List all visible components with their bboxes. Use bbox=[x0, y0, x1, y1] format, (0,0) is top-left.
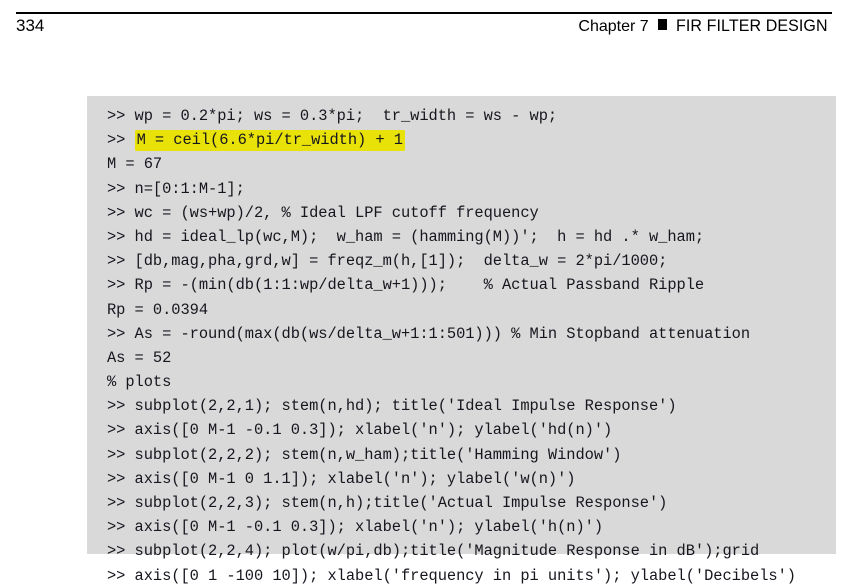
header-row: 334 Chapter 7 FIR FILTER DESIGN bbox=[16, 15, 832, 38]
code-highlight: M = ceil(6.6*pi/tr_width) + 1 bbox=[134, 130, 405, 152]
code-line: >> n=[0:1:M-1]; bbox=[107, 179, 245, 198]
code-line: >> axis([0 1 -100 10]); xlabel('frequenc… bbox=[107, 566, 796, 585]
code-line: Rp = 0.0394 bbox=[107, 300, 209, 319]
matlab-code-block: >> wp = 0.2*pi; ws = 0.3*pi; tr_width = … bbox=[87, 96, 836, 585]
code-line: As = 52 bbox=[107, 348, 172, 367]
page-number: 334 bbox=[16, 16, 45, 35]
header-chapter-info: Chapter 7 FIR FILTER DESIGN bbox=[578, 15, 832, 38]
code-line: >> subplot(2,2,2); stem(n,w_ham);title('… bbox=[107, 445, 622, 464]
code-line: >> subplot(2,2,4); plot(w/pi,db);title('… bbox=[107, 542, 760, 561]
code-line: >> axis([0 M-1 -0.1 0.3]); xlabel('n'); … bbox=[107, 421, 613, 440]
code-line: >> M = ceil(6.6*pi/tr_width) + 1 bbox=[107, 130, 405, 152]
code-line: % plots bbox=[107, 373, 172, 392]
code-line: >> hd = ideal_lp(wc,M); w_ham = (hamming… bbox=[107, 227, 705, 246]
code-line: >> axis([0 M-1 0 1.1]); xlabel('n'); yla… bbox=[107, 469, 576, 488]
code-line: >> [db,mag,pha,grd,w] = freqz_m(h,[1]); … bbox=[107, 252, 668, 271]
chapter-title: FIR FILTER DESIGN bbox=[675, 17, 828, 35]
code-line: >> axis([0 M-1 -0.1 0.3]); xlabel('n'); … bbox=[107, 518, 604, 537]
code-line: >> wc = (ws+wp)/2, % Ideal LPF cutoff fr… bbox=[107, 203, 539, 222]
chapter-label: Chapter 7 bbox=[578, 18, 649, 35]
code-line: >> subplot(2,2,3); stem(n,h);title('Actu… bbox=[107, 494, 668, 512]
code-line: M = 67 bbox=[107, 155, 163, 174]
code-line: >> wp = 0.2*pi; ws = 0.3*pi; tr_width = … bbox=[107, 107, 558, 125]
page-header: 334 Chapter 7 FIR FILTER DESIGN bbox=[16, 12, 832, 46]
header-rule bbox=[16, 12, 832, 14]
code-line: >> Rp = -(min(db(1:1:wp/delta_w+1))); % … bbox=[107, 276, 705, 295]
code-line: >> As = -round(max(db(ws/delta_w+1:1:501… bbox=[107, 324, 751, 343]
square-bullet-icon bbox=[657, 19, 667, 30]
code-line: >> subplot(2,2,1); stem(n,hd); title('Id… bbox=[107, 397, 677, 416]
